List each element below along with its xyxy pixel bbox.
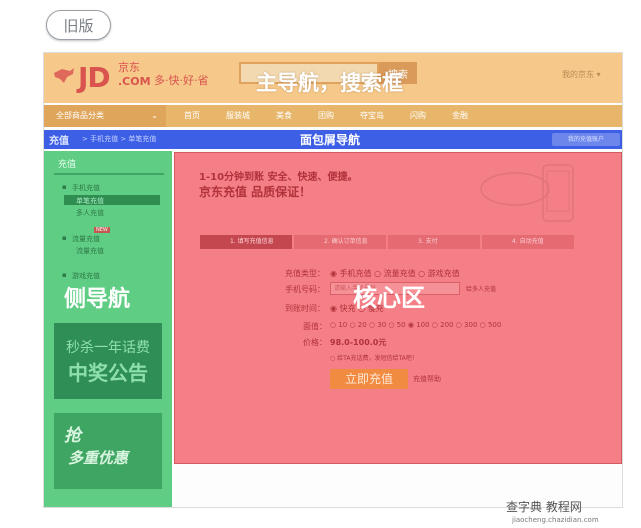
my-recharge-account-button[interactable]: 我的充值账户	[552, 133, 620, 146]
phone-icon: ▪	[62, 183, 67, 191]
jd-logo[interactable]: JD 京东 .COM 多·快·好·省	[52, 61, 212, 95]
logo-com-text: .COM	[118, 75, 151, 88]
time-label: 到账时间：	[285, 304, 325, 313]
side-nav-annotation: 侧导航	[64, 287, 131, 312]
game-icon: ▪	[62, 271, 67, 279]
phone-illustration-icon	[480, 164, 574, 222]
logo-cn-text: 京东	[118, 61, 140, 74]
jd-dog-icon	[54, 68, 74, 83]
new-badge: NEW	[94, 227, 110, 233]
sidebar-item-phone[interactable]: 手机充值	[72, 183, 100, 193]
logo-jd-text: JD	[78, 61, 111, 94]
nav-item[interactable]: 美食	[276, 105, 292, 127]
core-banner-line1: 1-10分钟到账 安全、快速、便捷。	[199, 172, 358, 183]
slogan: 多·快·好·省	[154, 74, 209, 87]
divider	[54, 173, 164, 175]
all-categories-menu[interactable]: 全部商品分类 ⌄	[44, 105, 166, 127]
main-nav-annotation: 主导航，搜索框	[256, 71, 403, 95]
sidebar-subitem-single[interactable]: 单笔充值	[76, 196, 104, 206]
type-label: 充值类型：	[285, 269, 325, 278]
face-label: 面值：	[303, 322, 327, 331]
data-icon: ▪	[62, 234, 67, 242]
core-area: 1-10分钟到账 安全、快速、便捷。 京东充值 品质保证！ 1. 填写充值信息 …	[174, 152, 622, 464]
side-nav: 充值 ▪ 手机充值 单笔充值 多人充值 NEW ▪ 流量充值 流量充值 ▪ 游戏…	[44, 151, 172, 507]
seckill-banner[interactable]: 秒杀一年话费 中奖公告	[54, 323, 162, 399]
progress-steps: 1. 填写充值信息 2. 确认订单信息 3. 支付 4. 自动充值	[200, 235, 576, 249]
nav-items: 首页 服装城 美食 团购 夺宝岛 闪购 金融	[184, 105, 494, 127]
chevron-down-icon: ⌄	[151, 111, 158, 120]
breadcrumb-path[interactable]: > 手机充值 > 单笔充值	[82, 134, 156, 144]
sidebar-subitem-data[interactable]: 流量充值	[76, 246, 104, 256]
nav-item[interactable]: 夺宝岛	[360, 105, 384, 127]
price-label: 价格：	[303, 338, 327, 347]
promo-line2: 多重优惠	[68, 449, 129, 467]
help-link[interactable]: 充值帮助	[413, 374, 441, 384]
step-1: 1. 填写充值信息	[200, 235, 292, 249]
all-categories-label: 全部商品分类	[56, 111, 104, 120]
sidebar-item-data[interactable]: 流量充值	[72, 234, 100, 244]
sidebar-item-game[interactable]: 游戏充值	[72, 271, 100, 281]
sidebar-subitem-multi[interactable]: 多人充值	[76, 208, 104, 218]
breadcrumb-title[interactable]: 充值	[49, 132, 69, 147]
seckill-line2: 中奖公告	[68, 361, 148, 385]
core-annotation: 核心区	[353, 284, 425, 312]
face-options[interactable]: ○ 10 ○ 20 ○ 30 ○ 50 ◉ 100 ○ 200 ○ 300 ○ …	[330, 321, 501, 329]
step-2: 2. 确认订单信息	[294, 235, 386, 249]
promo-line1: 抢	[64, 426, 81, 446]
watermark-title: 查字典 教程网	[506, 500, 582, 514]
price-value: 98.0-100.0元	[330, 338, 387, 347]
ta-option[interactable]: ○ 给TA充话费，发短信给TA吧！	[330, 353, 418, 362]
header: JD 京东 .COM 多·快·好·省 搜索 我的京东 ▾ 主导航，搜索框	[44, 53, 622, 103]
my-jd-link[interactable]: 我的京东 ▾	[562, 69, 601, 80]
multi-recharge-link[interactable]: 给多人充值	[466, 284, 496, 293]
core-banner-line2: 京东充值 品质保证！	[199, 185, 312, 199]
step-4: 4. 自动充值	[482, 235, 574, 249]
old-version-button[interactable]: 旧版	[46, 10, 111, 40]
nav-item[interactable]: 团购	[318, 105, 334, 127]
breadcrumb: 充值 > 手机充值 > 单笔充值 面包屑导航 我的充值账户	[44, 130, 622, 149]
step-3: 3. 支付	[388, 235, 480, 249]
page: 旧版 JD 京东 .COM 多·快·好·省 搜索 我的京东 ▾ 主导航，搜索框 …	[0, 0, 641, 528]
seckill-line1: 秒杀一年话费	[66, 340, 150, 356]
promo-banner[interactable]: 抢 多重优惠	[54, 413, 162, 489]
nav-item[interactable]: 闪购	[410, 105, 426, 127]
phone-label: 手机号码：	[285, 285, 325, 294]
recharge-button[interactable]: 立即充值	[330, 369, 408, 389]
breadcrumb-annotation: 面包屑导航	[300, 133, 361, 147]
side-nav-title: 充值	[58, 160, 77, 170]
nav-item[interactable]: 首页	[184, 105, 200, 127]
screenshot-frame: JD 京东 .COM 多·快·好·省 搜索 我的京东 ▾ 主导航，搜索框 全部商…	[43, 52, 623, 508]
nav-item[interactable]: 金融	[452, 105, 468, 127]
main-nav-bar: 全部商品分类 ⌄ 首页 服装城 美食 团购 夺宝岛 闪购 金融	[44, 105, 622, 127]
nav-item[interactable]: 服装城	[226, 105, 250, 127]
watermark-url: jiaocheng.chazidian.com	[512, 516, 599, 524]
